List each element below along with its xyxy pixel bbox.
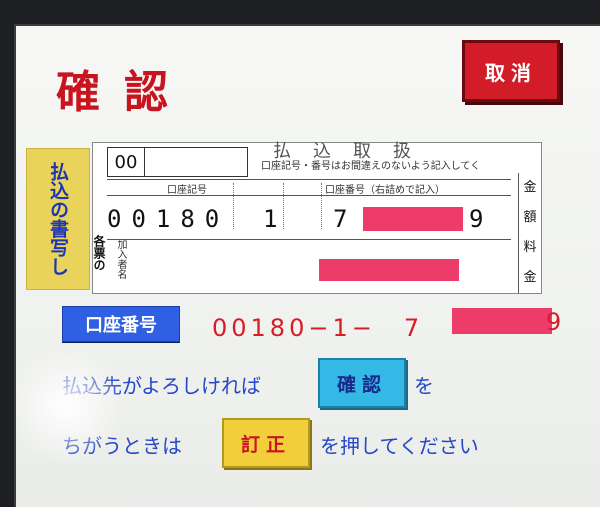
page-title: 確認 [56, 67, 192, 118]
confirm-button[interactable]: 確認 [318, 358, 406, 408]
slip-account-last-digit: 9 [469, 205, 484, 233]
fee-char: 金 [523, 270, 537, 285]
slip-amount-column: 金 額 料 金 [518, 173, 541, 293]
fee-char: 料 [523, 240, 537, 255]
slip-account-symbol: 00180 [107, 205, 230, 233]
slip-divider [283, 183, 284, 229]
instruction-line2-text: ちがうときは [62, 434, 182, 458]
account-number-last-digit: 9 [546, 308, 562, 336]
slip-note: 口座記号・番号はお間違えのないよう記入してく [261, 161, 481, 172]
account-number-value: 00180−1− 7 [212, 314, 424, 342]
account-number-badge: 口座番号 [62, 306, 180, 342]
side-label-line1: 払込の [47, 162, 69, 219]
slip-divider [233, 183, 234, 229]
instruction-line1-suffix: を [414, 374, 434, 398]
cancel-button[interactable]: 取消 [462, 40, 560, 102]
correct-button[interactable]: 訂正 [222, 418, 310, 468]
slip-code: 00 [107, 147, 145, 177]
instruction-line2-suffix: を押してください [320, 434, 479, 458]
slip-code-box [143, 147, 248, 177]
redaction-mark [319, 259, 459, 281]
payment-slip-image: 00 払込取扱 口座記号・番号はお間違えのないよう記入してく 口座記号 口座番号… [92, 141, 542, 294]
subscriber-name-label: 加入者名 [115, 239, 126, 279]
redaction-mark [363, 207, 463, 231]
instruction-line1-text: 払込先がよろしければ [62, 374, 261, 398]
account-number-label: 口座番号（右詰めで記入） [325, 185, 445, 196]
amount-char: 金 [523, 180, 537, 195]
side-label: 払込の 書写し [26, 148, 90, 290]
slip-line [107, 239, 511, 240]
slip-account-first-digit: 7 [333, 205, 348, 233]
slip-line [107, 195, 511, 196]
slip-vertical-label: 各票の [92, 235, 106, 271]
redaction-mark [452, 308, 552, 334]
amount-char: 額 [523, 210, 537, 225]
slip-divider [321, 183, 322, 229]
atm-screen: 確認 取消 払込の 書写し 00 払込取扱 口座記号・番号はお間違えのないよう記… [14, 24, 600, 507]
slip-account-suffix: 1 [263, 205, 278, 233]
account-symbol-label: 口座記号 [167, 185, 207, 196]
side-label-line2: 書写し [47, 219, 69, 276]
slip-line [107, 179, 511, 180]
